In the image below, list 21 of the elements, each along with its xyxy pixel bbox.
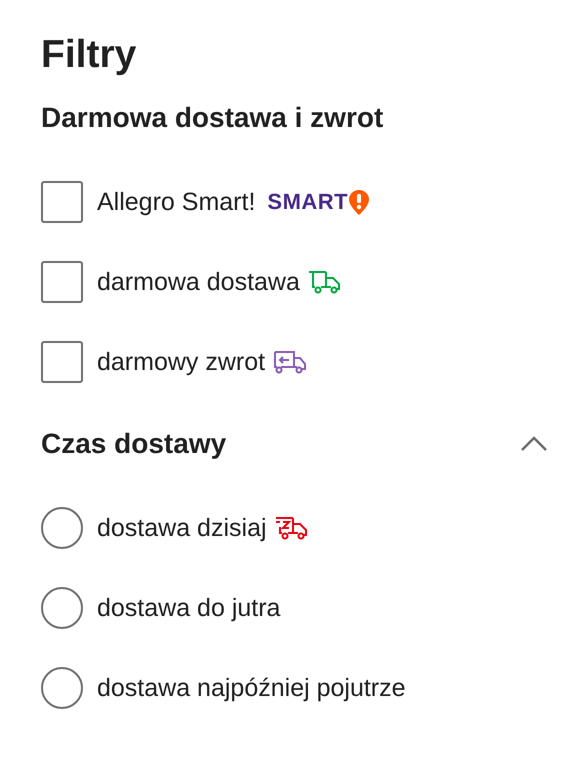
fast-truck-icon: [274, 516, 309, 540]
checkbox[interactable]: [41, 261, 83, 303]
option-label[interactable]: darmowa dostawa: [97, 268, 300, 296]
option-label[interactable]: Allegro Smart!: [97, 188, 256, 216]
section-heading: Czas dostawy: [41, 427, 226, 461]
checkbox[interactable]: [41, 341, 83, 383]
section-heading: Darmowa dostawa i zwrot: [41, 101, 384, 135]
smart-logo: SMART: [267, 189, 348, 215]
option-label[interactable]: dostawa najpóźniej pojutrze: [97, 674, 406, 702]
option-label[interactable]: dostawa do jutra: [97, 594, 280, 622]
truck-icon: [308, 270, 342, 294]
return-truck-icon: [273, 350, 308, 374]
filters-title: Filtry: [41, 32, 138, 78]
chevron-icon[interactable]: [520, 436, 548, 452]
radio-button[interactable]: [41, 507, 83, 549]
checkbox[interactable]: [41, 181, 83, 223]
pin-icon: [348, 188, 370, 216]
option-label[interactable]: dostawa dzisiaj: [97, 514, 267, 542]
option-label[interactable]: darmowy zwrot: [97, 348, 266, 376]
radio-button[interactable]: [41, 587, 83, 629]
radio-button[interactable]: [41, 667, 83, 709]
